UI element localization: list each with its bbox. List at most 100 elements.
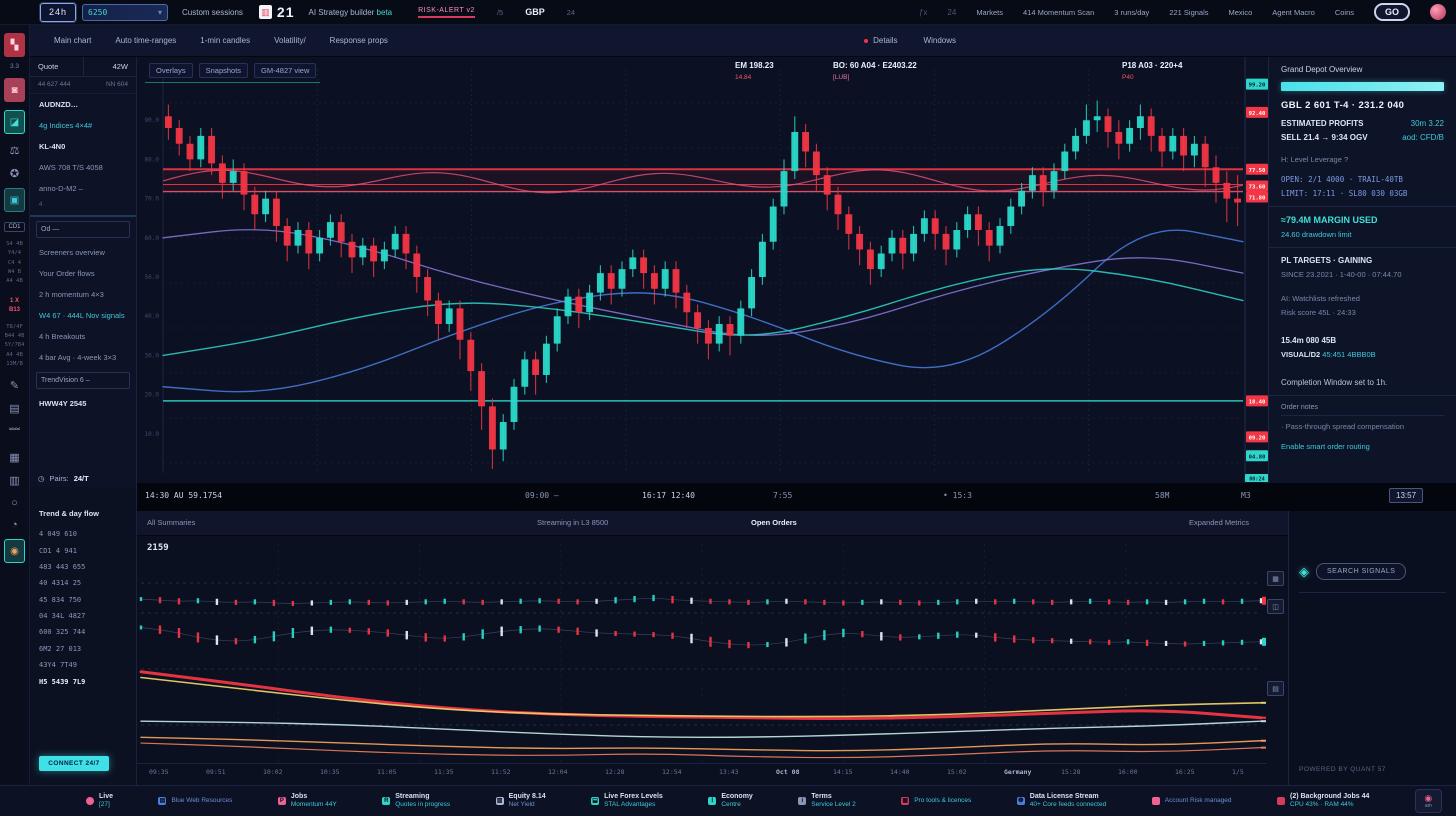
avatar-tile[interactable]: ◙: [4, 78, 25, 102]
signature-icon[interactable]: ﹌: [9, 425, 20, 441]
connect-button[interactable]: CONNECT 24/7: [39, 756, 109, 771]
topbar-menu-item-3[interactable]: 221 Signals: [1169, 8, 1208, 17]
panel-line-28[interactable]: Enable smart order routing: [1281, 442, 1444, 451]
legend-button-0[interactable]: Overlays: [149, 63, 193, 78]
status-item-6[interactable]: ⅠEconomyCentre: [708, 792, 753, 810]
shield-icon[interactable]: ✪: [10, 167, 19, 180]
layers-icon[interactable]: ▥: [9, 474, 19, 487]
watchlist-row[interactable]: AWS 708 T/S 4058: [30, 157, 136, 178]
status-item-3[interactable]: RStreamingQuotes in progress: [382, 792, 450, 810]
fx-icon[interactable]: ƒx: [919, 8, 927, 17]
topbar-menu-item-2[interactable]: 3 runs/day: [1114, 8, 1149, 17]
watchlist-row[interactable]: Screeners overview: [30, 242, 136, 263]
hours-icon[interactable]: 24: [947, 8, 956, 17]
go-pill-logo[interactable]: GO: [1374, 3, 1410, 21]
account-row-4: 45 834 750: [30, 592, 136, 608]
status-item-8[interactable]: ▦Pro tools & licences: [901, 797, 971, 806]
watchlist-tab-42w[interactable]: 42W: [83, 57, 137, 76]
circle-icon[interactable]: ○: [11, 497, 18, 509]
indicator-tab-1[interactable]: Streaming in L3 8500: [537, 518, 608, 527]
logo-tile[interactable]: ▚: [4, 33, 25, 57]
candle-body: [251, 195, 258, 215]
watchlist-row[interactable]: 4: [30, 199, 136, 211]
status-item-1[interactable]: ▤Blue Web Resources: [158, 797, 232, 806]
watchlist-panel: Quote 42W 44 627 444NN 604 AUDNZD…4g Ind…: [30, 57, 137, 487]
gutter-icon-0[interactable]: ▦: [1267, 571, 1284, 586]
status-item-7[interactable]: ⅰTermsService Level 2: [798, 792, 855, 810]
status-text: Live Forex LevelsSTAL Advantages: [604, 792, 663, 810]
topbar-menu-item-1[interactable]: 414 Momentum Scan: [1023, 8, 1094, 17]
fire-tile[interactable]: ◉: [4, 539, 25, 563]
builder-link[interactable]: AI Strategy builder beta: [309, 8, 393, 17]
status-item-10[interactable]: Account Risk managed: [1152, 797, 1232, 806]
status-end-box[interactable]: ◉am: [1415, 789, 1442, 813]
stamp-icon[interactable]: ▦: [9, 451, 19, 464]
panels-tile[interactable]: ▣: [4, 188, 25, 212]
panel-toggle-icon[interactable]: ▥: [259, 5, 272, 19]
topbar-menu-item-0[interactable]: Markets: [976, 8, 1003, 17]
panel-row-label: SELL 21.4 → 9:34 OGV: [1281, 133, 1368, 142]
status-item-4[interactable]: ▥Equity 8.14Net Yield: [496, 792, 546, 810]
scale-icon[interactable]: ⚖: [10, 144, 20, 157]
watchlist-row[interactable]: AUDNZD…: [30, 94, 136, 115]
candlestick-chart[interactable]: 90.080.070.060.050.040.030.020.010.099.2…: [137, 57, 1268, 483]
watchlist-row[interactable]: KL-4N0: [30, 136, 136, 157]
watchlist-row[interactable]: W4 67 · 444L Nov signals: [30, 305, 136, 326]
topbar-menu-item-5[interactable]: Agent Macro: [1272, 8, 1315, 17]
topbar-menu-item-4[interactable]: Mexico: [1229, 8, 1253, 17]
door-icon[interactable]: ▤: [9, 402, 19, 415]
gutter-icon-1[interactable]: ◫: [1267, 599, 1284, 614]
watchlist-row[interactable]: Od —: [36, 221, 130, 238]
toolbar-item-1[interactable]: Auto time-ranges: [115, 36, 176, 45]
rail-alert-badge: 1 XB13: [9, 297, 20, 315]
status-item-0[interactable]: Live[27]: [86, 792, 113, 810]
main-chart[interactable]: 90.080.070.060.050.040.030.020.010.099.2…: [137, 57, 1268, 483]
rail-badge-7[interactable]: CD1: [4, 222, 24, 232]
toolbar-details[interactable]: Details: [864, 36, 897, 45]
legend-button-1[interactable]: Snapshots: [199, 63, 248, 78]
countdown-box[interactable]: 13:57: [1389, 488, 1423, 503]
watchlist-row[interactable]: HWW4Y 2545: [30, 393, 136, 414]
app-logo[interactable]: 24h: [40, 3, 76, 22]
toolbar-item-3[interactable]: Volatility/: [274, 36, 306, 45]
indicator-time-label-4: 11:05: [377, 768, 397, 776]
watchlist-row[interactable]: Your Order flows: [30, 263, 136, 284]
watchlist-row[interactable]: anno-D-M2 –: [30, 178, 136, 199]
avatar[interactable]: [1430, 4, 1446, 20]
risk-alert-badge[interactable]: RISK-ALERT v2: [418, 7, 475, 18]
toolbar-item-2[interactable]: 1-min candles: [200, 36, 250, 45]
watchlist-tab-quote[interactable]: Quote: [30, 57, 83, 76]
watchlist-row[interactable]: 4g Indices 4×4#: [30, 115, 136, 136]
indicator-tab-2[interactable]: Open Orders: [751, 518, 797, 527]
indicator-tab-0[interactable]: All Summaries: [147, 518, 195, 527]
indicator-tab-3[interactable]: Expanded Metrics: [1189, 518, 1249, 527]
watchlist-row[interactable]: 4 bar Avg · 4-week 3×3: [30, 347, 136, 368]
topbar-menu-item-6[interactable]: Coins: [1335, 8, 1354, 17]
watchlist-row[interactable]: 2 h momentum 4×3: [30, 284, 136, 305]
status-item-2[interactable]: PJobsMomentum 44Y: [278, 792, 337, 810]
ma-teal: [163, 269, 1243, 355]
panel-line-12[interactable]: 24.60 drawdown limit: [1281, 230, 1444, 239]
status-item-9[interactable]: ❶Data License Stream40+ Core feeds conne…: [1017, 792, 1106, 810]
pencil-icon[interactable]: ✎: [10, 379, 19, 392]
toolbar-windows[interactable]: Windows: [924, 36, 956, 45]
watchlist-row[interactable]: TrendVision 6 –: [36, 372, 130, 389]
time-label-0: 14:30 AU 59.1754: [145, 491, 222, 500]
legend-button-2[interactable]: GM-4827 view: [254, 63, 316, 78]
candle-body: [716, 324, 723, 344]
gutter-icon-2[interactable]: ▤: [1267, 681, 1284, 696]
status-item-11[interactable]: (2) Background Jobs 44CPU 43% · RAM 44%: [1277, 792, 1369, 810]
price-chip-text: 92.40: [1249, 111, 1266, 117]
panel-mixed-link[interactable]: 45:451 4BBB0B: [1320, 350, 1375, 359]
signal-search-input[interactable]: SEARCH SIGNALS: [1316, 563, 1406, 580]
custom-sessions-label[interactable]: Custom sessions: [182, 8, 243, 17]
chart-tile[interactable]: ◪: [4, 110, 25, 134]
symbol-search[interactable]: 6250 ▾: [82, 4, 168, 21]
indicator-charts[interactable]: [137, 536, 1267, 780]
clock-icon[interactable]: ◔: [11, 519, 18, 531]
tick-strip-1-bar: [538, 598, 540, 603]
toolbar-item-4[interactable]: Response props: [330, 36, 388, 45]
toolbar-item-0[interactable]: Main chart: [54, 36, 91, 45]
status-item-5[interactable]: ⬓Live Forex LevelsSTAL Advantages: [591, 792, 663, 810]
watchlist-row[interactable]: 4 h Breakouts: [30, 326, 136, 347]
